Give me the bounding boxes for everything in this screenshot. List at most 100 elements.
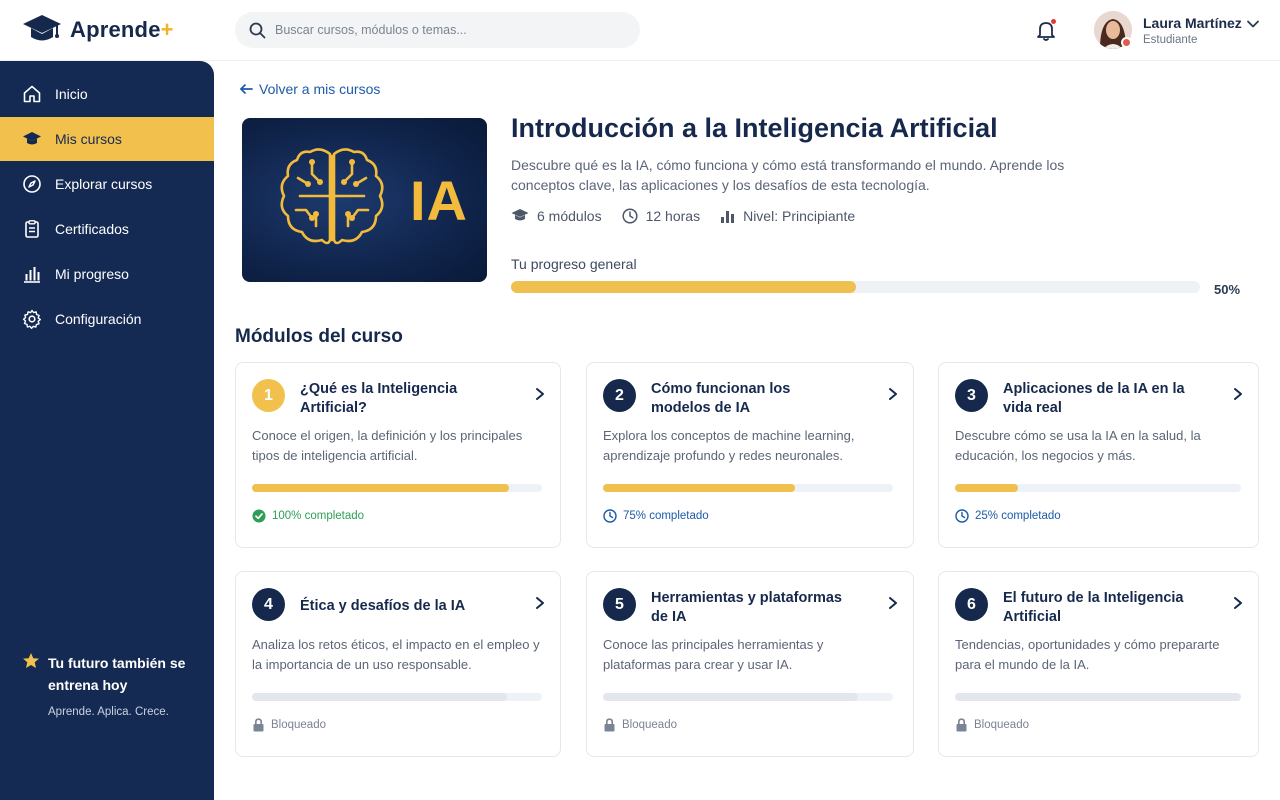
modules-count-text: 6 módulos	[537, 208, 602, 224]
app-name: Aprende+	[70, 17, 174, 43]
module-description: Explora los conceptos de machine learnin…	[603, 428, 855, 463]
sidebar-item-label: Configuración	[55, 311, 142, 327]
sidebar-item-explorar-cursos[interactable]: Explorar cursos	[0, 162, 214, 206]
user-role: Estudiante	[1143, 33, 1198, 46]
module-progress-bar	[252, 693, 542, 701]
module-status: Bloqueado	[955, 718, 1029, 732]
arrow-left-icon	[240, 84, 253, 94]
sidebar-item-label: Certificados	[55, 221, 129, 237]
module-status-text: 25% completado	[975, 510, 1061, 522]
module-progress-bar	[252, 484, 542, 492]
back-link-label: Volver a mis cursos	[259, 81, 381, 97]
module-title: ¿Qué es la Inteligencia Artificial?	[300, 381, 458, 416]
module-progress-fill	[955, 693, 1241, 701]
module-title: El futuro de la Inteligencia Artificial	[1003, 590, 1184, 625]
module-status-text: Bloqueado	[271, 719, 326, 731]
back-link[interactable]: Volver a mis cursos	[239, 81, 380, 97]
chevron-right-icon[interactable]	[1232, 596, 1244, 610]
module-status: 75% completado	[603, 509, 709, 523]
module-title: Cómo funcionan los modelos de IA	[651, 381, 791, 416]
module-progress-bar	[603, 484, 893, 492]
lock-icon	[956, 718, 967, 732]
search-icon	[249, 22, 266, 38]
compass-icon	[23, 175, 41, 193]
course-level: Nivel: Principiante	[720, 208, 855, 224]
module-card-5[interactable]: 5 Herramientas y plataformas de IA Conoc…	[586, 571, 914, 757]
course-image: IA	[242, 118, 487, 282]
sidebar-item-certificados[interactable]: Certificados	[0, 207, 214, 251]
module-card-2[interactable]: 2 Cómo funcionan los modelos de IA Explo…	[586, 362, 914, 548]
module-description: Conoce las principales herramientas y pl…	[603, 637, 824, 672]
module-status: 100% completado	[252, 509, 364, 523]
module-progress-fill	[252, 484, 509, 492]
app-logo[interactable]: Aprende+	[22, 13, 174, 47]
module-number: 3	[955, 379, 988, 412]
graduation-cap-logo-icon	[23, 15, 61, 41]
course-meta: 6 módulos 12 horas Nivel: Principiante	[511, 208, 875, 224]
sidebar-item-mis-cursos[interactable]: Mis cursos	[0, 117, 214, 161]
sidebar-item-mi-progreso[interactable]: Mi progreso	[0, 252, 214, 296]
user-menu[interactable]: Laura Martínez Estudiante	[1094, 11, 1242, 49]
clock-icon	[622, 208, 638, 224]
lock-icon	[253, 718, 264, 732]
chevron-right-icon[interactable]	[534, 596, 546, 610]
modules-section-title: Módulos del curso	[235, 326, 403, 347]
chevron-right-icon[interactable]	[887, 387, 899, 401]
sidebar-item-inicio[interactable]: Inicio	[0, 72, 214, 116]
module-card-1[interactable]: 1 ¿Qué es la Inteligencia Artificial? Co…	[235, 362, 561, 548]
module-number: 5	[603, 588, 636, 621]
module-progress-bar	[955, 484, 1241, 492]
module-status-text: Bloqueado	[622, 719, 677, 731]
module-title: Aplicaciones de la IA en la vida real	[1003, 381, 1185, 416]
module-status-text: 75% completado	[623, 510, 709, 522]
progress-percent: 50%	[1214, 282, 1241, 297]
lock-icon	[604, 718, 615, 732]
module-progress-fill	[252, 693, 508, 701]
module-card-6[interactable]: 6 El futuro de la Inteligencia Artificia…	[938, 571, 1259, 757]
sidebar: Inicio Mis cursos Explorar cursos Certif…	[0, 61, 214, 800]
course-description: Descubre qué es la IA, cómo funciona y c…	[511, 157, 1065, 193]
course-title: Introducción a la Inteligencia Artificia…	[511, 113, 998, 143]
module-status-text: Bloqueado	[974, 719, 1029, 731]
bar-chart-icon	[24, 267, 40, 283]
module-number: 6	[955, 588, 988, 621]
clock-icon	[603, 509, 617, 523]
module-number: 4	[252, 588, 285, 621]
progress-label: Tu progreso general	[511, 256, 637, 272]
chevron-down-icon[interactable]	[1246, 17, 1260, 31]
module-progress-bar	[603, 693, 893, 701]
course-level-text: Nivel: Principiante	[743, 208, 856, 224]
module-status: 25% completado	[955, 509, 1061, 523]
chevron-right-icon[interactable]	[534, 387, 546, 401]
module-card-3[interactable]: 3 Aplicaciones de la IA en la vida real …	[938, 362, 1259, 548]
modules-count: 6 módulos	[511, 208, 602, 224]
search-bar[interactable]	[235, 12, 640, 48]
clipboard-icon	[25, 220, 39, 238]
graduation-cap-icon	[511, 209, 529, 221]
module-title: Ética y desafíos de la IA	[300, 598, 466, 614]
bar-chart-icon	[721, 210, 735, 223]
app-name-plus: +	[160, 17, 174, 42]
promo-subtitle: Aprende. Aplica. Crece.	[48, 706, 169, 718]
module-number: 1	[252, 379, 285, 412]
module-description: Tendencias, oportunidades y cómo prepara…	[955, 637, 1220, 672]
app-name-text: Aprende	[70, 17, 161, 42]
search-input[interactable]	[275, 23, 615, 37]
module-card-4[interactable]: 4 Ética y desafíos de la IA Analiza los …	[235, 571, 561, 757]
overall-progress-bar	[511, 281, 1200, 293]
chevron-right-icon[interactable]	[887, 596, 899, 610]
module-title: Herramientas y plataformas de IA	[651, 590, 842, 625]
module-status-text: 100% completado	[272, 510, 365, 522]
sidebar-item-configuracion[interactable]: Configuración	[0, 297, 214, 341]
module-status: Bloqueado	[252, 718, 326, 732]
user-name: Laura Martínez	[1143, 14, 1242, 31]
notifications-button[interactable]	[1034, 18, 1058, 42]
top-bar: Aprende+ Laura Martínez Estudiante	[0, 0, 1280, 61]
module-progress-fill	[603, 484, 796, 492]
chevron-right-icon[interactable]	[1232, 387, 1244, 401]
promo-title: Tu futuro también se entrena hoy	[48, 655, 186, 693]
module-number: 2	[603, 379, 636, 412]
module-progress-fill	[955, 484, 1019, 492]
course-image-label: IA	[410, 169, 468, 232]
check-circle-icon	[252, 509, 266, 523]
